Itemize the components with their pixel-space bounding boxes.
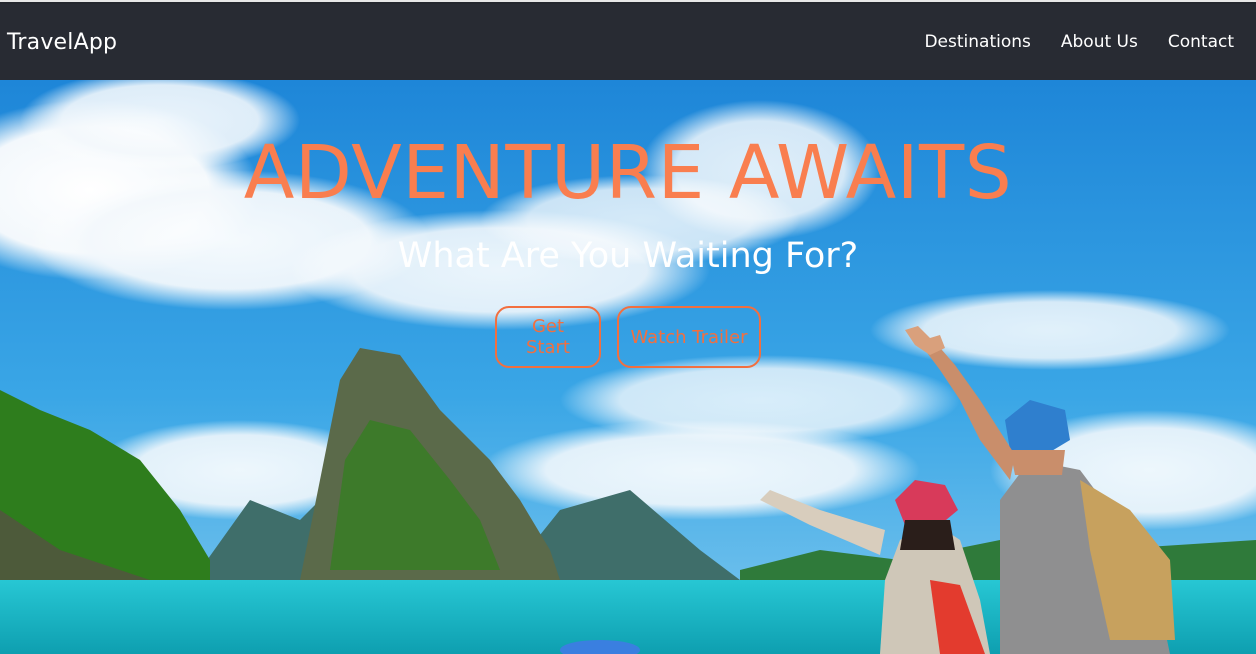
hero-headline: ADVENTURE AWAITS (243, 130, 1013, 216)
hero-subheadline: What Are You Waiting For? (397, 236, 859, 276)
top-navbar: TravelApp Destinations About Us Contact (0, 4, 1256, 80)
nav-link-destinations[interactable]: Destinations (924, 32, 1030, 52)
hero-section: ADVENTURE AWAITS What Are You Waiting Fo… (0, 80, 1256, 654)
get-start-button[interactable]: Get Start (495, 306, 601, 368)
nav-links: Destinations About Us Contact (894, 32, 1234, 52)
nav-link-contact[interactable]: Contact (1168, 32, 1234, 52)
nav-link-about-us[interactable]: About Us (1061, 32, 1138, 52)
brand-logo-link[interactable]: TravelApp (7, 30, 117, 55)
hero-button-row: Get Start Watch Trailer (0, 306, 1256, 368)
watch-trailer-button[interactable]: Watch Trailer (617, 306, 761, 368)
